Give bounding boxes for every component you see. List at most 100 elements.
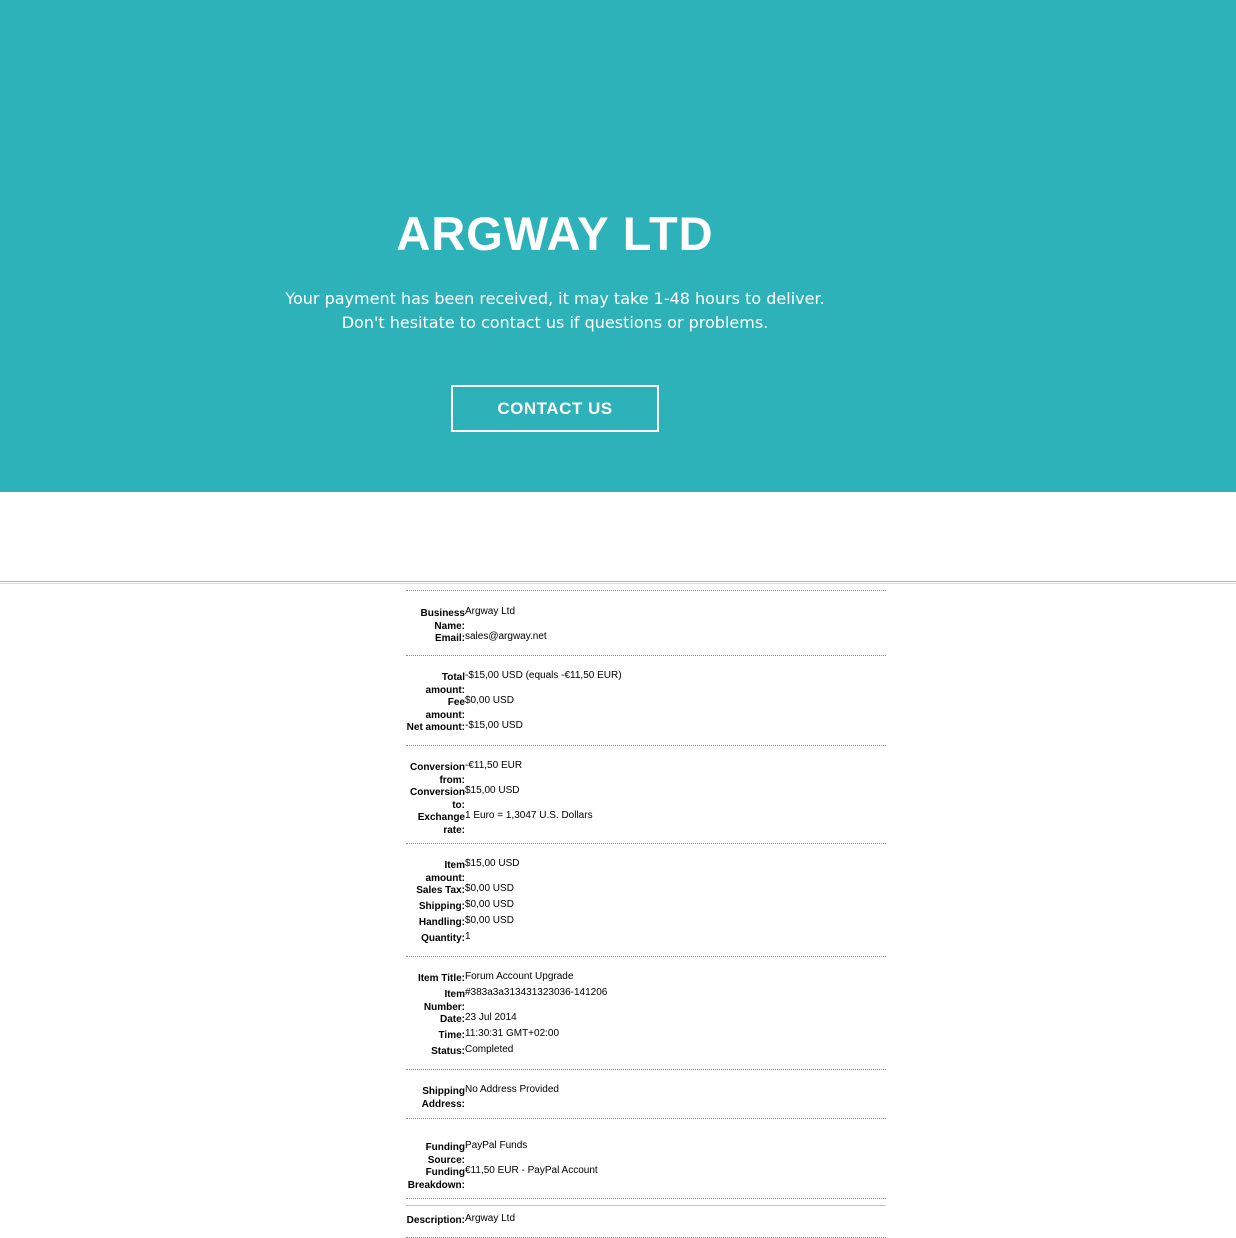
detail-label-line: Item Title: [417,973,465,984]
detail-value: $15,00 USD [465,858,520,869]
detail-value: Argway Ltd [465,606,516,617]
detail-label: Exchange rate: [406,812,465,837]
detail-group: Shipping Address: No Address Provided [406,1070,886,1119]
detail-label-line: Funding [425,1142,465,1153]
detail-label: Time: [406,1030,466,1043]
detail-label-line: Quantity: [421,933,465,944]
detail-label-line: Net amount: [406,722,465,733]
detail-value: Forum Account Upgrade [465,971,574,982]
detail-row: Item Title: Forum Account Upgrade [406,971,886,987]
detail-group: Funding Source: PayPal Funds Funding Breakdo… [406,1119,886,1199]
detail-label-line: Status: [431,1046,465,1057]
detail-row: Email: sales@argway.net [406,631,886,647]
detail-label: Shipping: [406,901,465,914]
detail-value: 11:30:31 GMT+02:00 [465,1028,560,1039]
detail-label-line: Breakdown: [407,1179,465,1191]
detail-row: Time: 11:30:31 GMT+02:00 [406,1028,886,1044]
detail-value: PayPal Funds [465,1140,528,1151]
detail-row: Exchange rate: 1 Euro = 1,3047 U.S. Dollar… [406,810,886,837]
detail-value: $0,00 USD [465,883,514,894]
detail-label-line: Fee [447,697,465,708]
detail-row: Total amount: -$15,00 USD (equals -€11,50 … [406,670,886,697]
detail-group: Item Title: Forum Account Upgrade Item Numb… [406,957,886,1070]
detail-label-line: Funding [425,1167,465,1178]
detail-value: $0,00 USD [465,915,514,926]
detail-row: Sales Tax: $0,00 USD [406,883,886,899]
company-title: ARGWAY LTD [396,207,714,260]
detail-label: Fee amount: [406,697,465,722]
detail-label: Total amount: [406,672,465,697]
detail-row: Shipping: $0,00 USD [406,899,886,915]
detail-row: Description: Argway Ltd [406,1213,886,1229]
detail-row: Funding Breakdown: €11,50 EUR - PayPal Acc… [406,1165,886,1191]
detail-row: Item Number: #383a3a313431323036-141206 [406,987,886,1014]
detail-label-line: Business [420,608,465,619]
detail-value: $0,00 USD [465,899,514,910]
section-divider-shadow [0,583,1236,584]
detail-row: Shipping Address: No Address Provided [406,1084,886,1111]
details-end-line [406,1205,886,1206]
detail-label-line: Email: [434,633,465,644]
detail-row: Conversion from: -€11,50 EUR [406,760,886,786]
detail-value: -€11,50 EUR [465,760,523,771]
detail-value: -$15,00 USD (equals -€11,50 EUR) [465,670,622,681]
detail-label-line: rate: [443,824,465,836]
detail-row: Status: Completed [406,1044,886,1060]
detail-row: Net amount: -$15,00 USD [406,720,886,736]
detail-label-line: Shipping [422,1086,465,1097]
detail-row: Conversion to: $15,00 USD [406,785,886,812]
detail-label-line: Total [441,672,465,683]
detail-value: $0,00 USD [465,695,514,706]
detail-label-line: Item [444,989,465,1000]
detail-group: Item amount: $15,00 USD Sales Tax: $0,00 USD… [406,844,886,957]
detail-value: sales@argway.net [465,631,547,642]
detail-label: Description: [406,1215,465,1228]
detail-label-line: Description: [406,1215,465,1226]
detail-row: Handling: $0,00 USD [406,915,886,931]
detail-group: Total amount: -$15,00 USD (equals -€11,50 … [406,656,886,746]
detail-value: No Address Provided [465,1084,559,1095]
detail-label-line: Shipping: [418,901,465,912]
detail-row: Item amount: $15,00 USD [406,858,886,885]
detail-label-line: Item [444,860,465,871]
detail-value: $15,00 USD [465,785,520,796]
contact-us-button[interactable]: CONTACT US [451,385,659,432]
detail-row: Fee amount: $0,00 USD [406,695,886,722]
detail-row: Funding Source: PayPal Funds [406,1140,886,1167]
detail-label: Date: [406,1014,465,1027]
detail-group: Business Name: Argway Ltd Email: sales@argwa… [406,590,886,656]
detail-value: 23 Jul 2014 [465,1012,517,1023]
detail-label: Funding Source: [406,1142,465,1167]
detail-row: Quantity: 1 [406,931,886,947]
detail-label: Email: [406,633,465,646]
detail-label: Quantity: [406,933,465,946]
detail-label: Shipping Address: [406,1086,465,1111]
detail-label-line: Exchange [417,812,465,823]
detail-value: Completed [465,1044,514,1055]
detail-label: Sales Tax: [406,885,465,898]
detail-label-line: Sales Tax: [416,885,465,896]
detail-label: Net amount: [406,722,465,735]
detail-row: Business Name: Argway Ltd [406,606,886,632]
detail-value: #383a3a313431323036-141206 [465,987,608,998]
detail-value: 1 [465,931,471,942]
detail-label-line: Conversion [409,762,465,773]
payment-details: Business Name: Argway Ltd Email: sales@argwa… [406,590,886,1238]
detail-label: Item amount: [406,860,465,885]
detail-label-line: Handling: [418,917,465,928]
detail-label-line: Conversion [409,787,465,798]
detail-value: 1 Euro = 1,3047 U.S. Dollars [465,810,593,821]
section-divider [0,581,1236,582]
detail-value: Argway Ltd [465,1213,516,1224]
detail-label-line: Time: [438,1030,466,1041]
detail-row: Date: 23 Jul 2014 [406,1012,886,1028]
contact-hint-message: Don't hesitate to contact us if question… [341,313,769,332]
detail-label-line: Address: [421,1098,465,1110]
detail-label-line: Date: [439,1014,465,1025]
detail-label: Conversion to: [406,787,465,812]
detail-label: Item Number: [406,989,465,1014]
payment-received-message: Your payment has been received, it may t… [285,289,825,308]
detail-label: Handling: [406,917,465,930]
detail-value: €11,50 EUR - PayPal Account [465,1165,598,1176]
detail-group: Conversion from: -€11,50 EUR Conversion to: $… [406,746,886,844]
